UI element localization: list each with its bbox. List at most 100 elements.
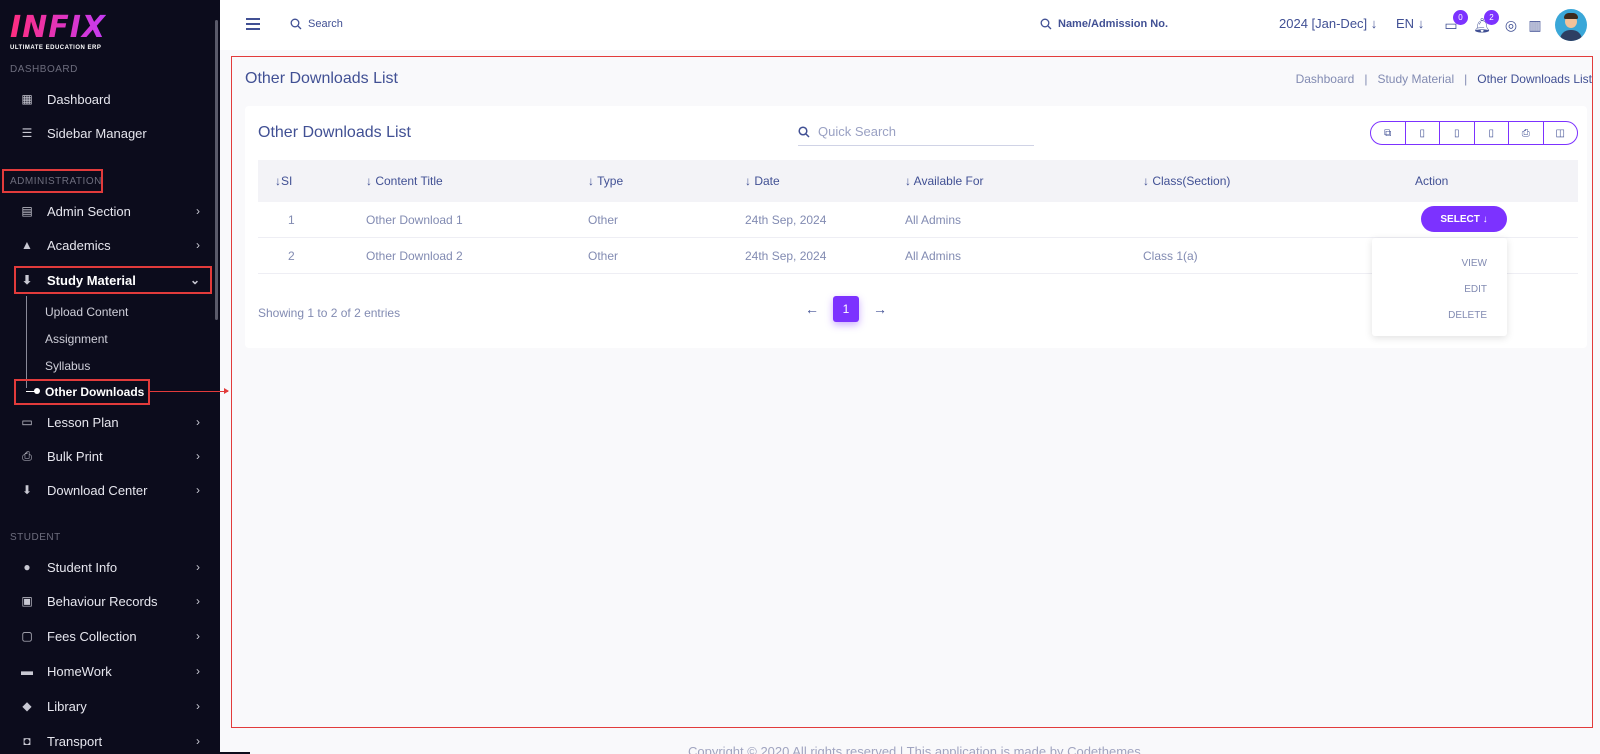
cell-si: 2 — [288, 249, 295, 263]
chevron-right-icon: › — [196, 699, 200, 713]
column-visibility-button[interactable]: ◫ — [1544, 122, 1578, 144]
menu-icon: ☰ — [21, 126, 33, 140]
chevron-right-icon: › — [196, 449, 200, 463]
column-header-si[interactable]: ↓SI — [275, 174, 292, 188]
sidebar-subitem-syllabus[interactable]: Syllabus — [45, 359, 90, 373]
graduation-cap-icon: ▲ — [21, 238, 33, 252]
menu-item-edit[interactable]: EDIT — [1464, 284, 1487, 295]
sidebar-item-homework[interactable]: ▬ HomeWork › — [0, 658, 214, 684]
sidebar-item-label: Dashboard — [47, 91, 111, 107]
search-icon — [798, 125, 810, 138]
csv-file-icon: ▯ — [1453, 127, 1460, 139]
column-header-available-for[interactable]: ↓ Available For — [905, 174, 984, 188]
arrow-down-icon: ↓ — [1417, 16, 1425, 31]
footer-copyright: Copyright © 2020 All rights reserved | T… — [688, 744, 1141, 754]
sidebar-item-behaviour-records[interactable]: ▣ Behaviour Records › — [0, 588, 214, 614]
global-search[interactable]: Search — [290, 18, 343, 30]
student-search[interactable]: Name/Admission No. — [1040, 18, 1168, 30]
chevron-right-icon: › — [196, 629, 200, 643]
copy-button[interactable]: ⧉ — [1371, 122, 1406, 144]
chevron-right-icon: › — [196, 664, 200, 678]
cell-type: Other — [588, 249, 619, 263]
breadcrumb-study-material[interactable]: Study Material — [1377, 72, 1454, 86]
breadcrumb-current: Other Downloads List — [1477, 72, 1592, 86]
chevron-right-icon: › — [196, 560, 200, 574]
sidebar-item-label: Bulk Print — [47, 448, 103, 464]
columns-icon: ◫ — [1555, 127, 1565, 139]
sidebar-subitem-assignment[interactable]: Assignment — [45, 332, 108, 346]
grid-icon: ▦ — [21, 92, 33, 106]
global-search-placeholder: Search — [308, 18, 343, 30]
library-icon: ◆ — [22, 699, 32, 713]
academic-year-value: 2024 [Jan-Dec] — [1279, 16, 1368, 31]
table-row: 1 Other Download 1 Other 24th Sep, 2024 … — [258, 202, 1578, 238]
language-select[interactable]: EN ↓ — [1396, 16, 1424, 31]
pdf-button[interactable]: ▯ — [1475, 122, 1509, 144]
sidebar-item-admin-section[interactable]: ▤ Admin Section › — [0, 198, 214, 224]
highlight-box-other-downloads — [14, 379, 150, 405]
sort-arrow-icon: ↓ — [588, 174, 594, 188]
column-header-class-section[interactable]: ↓ Class(Section) — [1143, 174, 1230, 188]
sidebar-item-bulk-print[interactable]: ⎙ Bulk Print › — [0, 443, 214, 469]
academic-year-select[interactable]: 2024 [Jan-Dec] ↓ — [1279, 16, 1377, 31]
sidebar-item-sidebar-manager[interactable]: ☰ Sidebar Manager — [0, 120, 214, 146]
sidebar-item-transport[interactable]: ◘ Transport › — [0, 728, 214, 754]
globe-icon: ◎ — [1504, 16, 1518, 33]
cell-date: 24th Sep, 2024 — [745, 213, 827, 227]
highlight-box-study-material — [14, 266, 212, 294]
sidebar-item-label: Student Info — [47, 559, 118, 575]
sort-arrow-icon: ↓ — [905, 174, 911, 188]
column-header-content-title[interactable]: ↓ Content Title — [366, 174, 443, 188]
sidebar-item-download-center[interactable]: ⬇ Download Center › — [0, 477, 214, 503]
print-button[interactable]: ⎙ — [1509, 122, 1544, 144]
arrow-down-icon: ↓ — [1370, 16, 1378, 31]
messages-button[interactable]: ▭ 0 — [1442, 10, 1468, 34]
table-header: ↓SI ↓ Content Title ↓ Type ↓ Date ↓ Avai… — [258, 160, 1578, 202]
user-avatar[interactable] — [1555, 9, 1587, 41]
excel-button[interactable]: ▯ — [1406, 122, 1440, 144]
breadcrumb-separator: | — [1364, 72, 1368, 86]
sidebar-item-lesson-plan[interactable]: ▭ Lesson Plan › — [0, 409, 214, 435]
breadcrumb-dashboard[interactable]: Dashboard — [1296, 72, 1355, 86]
entries-info: Showing 1 to 2 of 2 entries — [258, 306, 401, 320]
menu-item-view[interactable]: VIEW — [1461, 258, 1487, 269]
keyboard-icon: ▭ — [21, 415, 33, 429]
column-header-type[interactable]: ↓ Type — [588, 174, 623, 188]
breadcrumb-separator: | — [1464, 72, 1468, 86]
highlight-connector-arrow — [150, 388, 229, 394]
sidebar-item-library[interactable]: ◆ Library › — [0, 693, 214, 719]
chevron-right-icon: › — [196, 594, 200, 608]
app-logo[interactable]: INFIX ULTIMATE EDUCATION ERP — [10, 12, 106, 52]
sidebar-item-label: Download Center — [47, 482, 148, 498]
section-label-dashboard: DASHBOARD — [10, 64, 78, 75]
arrow-left-icon[interactable]: ← — [805, 301, 819, 317]
sidebar-item-dashboard[interactable]: ▦ Dashboard — [0, 86, 214, 112]
sidebar-item-label: HomeWork — [47, 663, 112, 679]
quick-search-input[interactable]: Quick Search — [798, 118, 1034, 146]
search-icon — [290, 18, 302, 30]
menu-item-delete[interactable]: DELETE — [1448, 310, 1487, 321]
sidebar-scrollbar[interactable] — [215, 20, 218, 320]
select-action-button[interactable]: SELECT ↓ — [1421, 206, 1507, 232]
csv-button[interactable]: ▯ — [1440, 122, 1475, 144]
sidebar-item-label: Fees Collection — [47, 628, 137, 644]
arrow-right-icon[interactable]: → — [873, 301, 887, 317]
column-header-date[interactable]: ↓ Date — [745, 174, 780, 188]
sidebar-item-academics[interactable]: ▲ Academics › — [0, 232, 214, 258]
download-icon: ⬇ — [21, 483, 33, 497]
notifications-button[interactable]: 🔔︎ 2 — [1473, 10, 1499, 34]
cell-date: 24th Sep, 2024 — [745, 249, 827, 263]
cell-class-section: Class 1(a) — [1143, 249, 1198, 263]
sidebar-item-student-info[interactable]: ● Student Info › — [0, 554, 214, 580]
cell-available-for: All Admins — [905, 249, 962, 263]
reports-button[interactable]: ▥ — [1526, 16, 1544, 34]
hamburger-menu-icon[interactable] — [246, 18, 260, 30]
sidebar-subitem-upload-content[interactable]: Upload Content — [45, 305, 128, 319]
page-button-current[interactable]: 1 — [833, 296, 859, 322]
search-icon — [1040, 18, 1052, 30]
highlight-box-administration — [2, 169, 103, 193]
website-button[interactable]: ◎ — [1502, 16, 1520, 34]
sidebar-item-label: Sidebar Manager — [47, 125, 147, 141]
sidebar-item-fees-collection[interactable]: ▢ Fees Collection › — [0, 623, 214, 649]
topbar: Search Name/Admission No. 2024 [Jan-Dec]… — [220, 0, 1600, 50]
